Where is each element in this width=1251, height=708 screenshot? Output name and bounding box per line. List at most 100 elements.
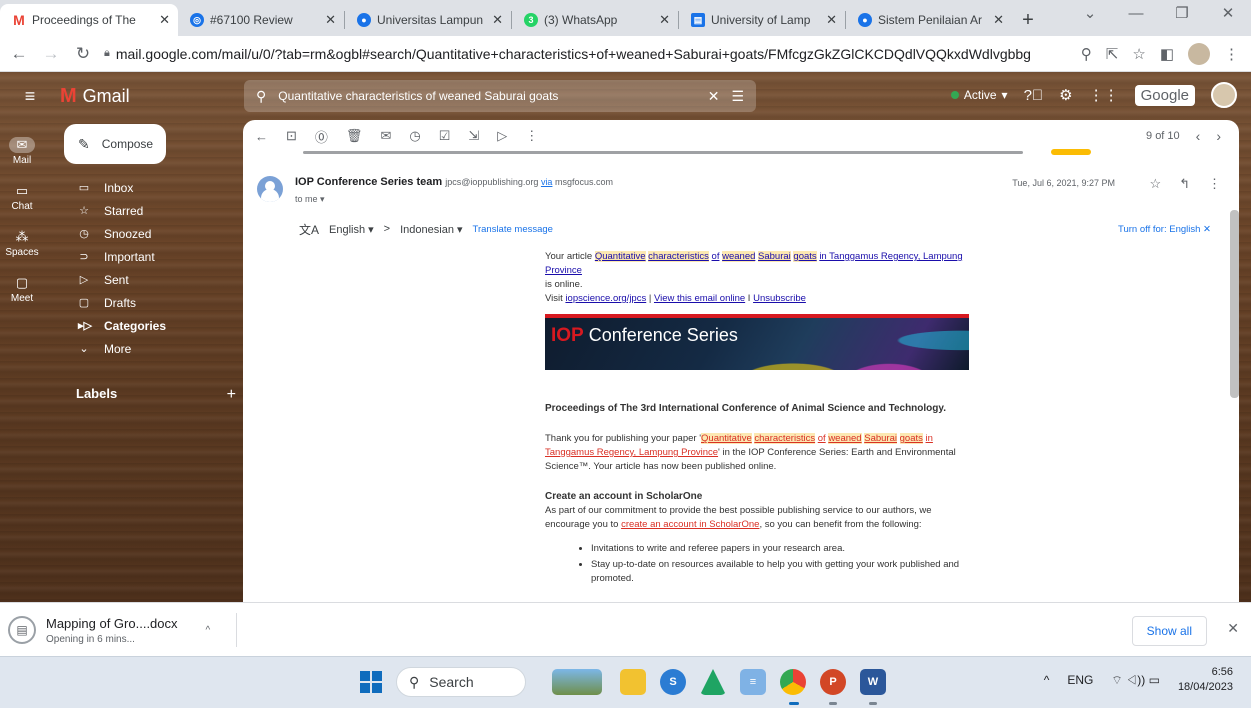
gmail-logo[interactable]: M Gmail bbox=[60, 85, 240, 108]
file-explorer-icon[interactable] bbox=[620, 669, 646, 695]
older-icon[interactable]: › bbox=[1216, 128, 1221, 144]
rail-spaces[interactable]: ⁂ Spaces bbox=[0, 220, 44, 266]
search-icon[interactable]: ⚲ bbox=[256, 88, 266, 105]
close-tab-icon[interactable]: ✕ bbox=[492, 12, 503, 28]
zoom-icon[interactable]: ⚲ bbox=[1081, 45, 1092, 63]
help-icon[interactable]: ?⃝ bbox=[1024, 87, 1044, 104]
widgets-icon[interactable] bbox=[552, 669, 602, 695]
close-window-icon[interactable]: ✕ bbox=[1205, 0, 1251, 30]
side-panel-icon[interactable]: ◧ bbox=[1160, 45, 1174, 63]
nav-starred[interactable]: ☆ Starred bbox=[64, 199, 244, 222]
address-bar[interactable]: 🔒︎ mail.google.com/mail/u/0/?tab=rm&ogbl… bbox=[104, 40, 1081, 68]
download-item[interactable]: ▤ Mapping of Gro....docx Opening in 6 mi… bbox=[8, 609, 238, 651]
add-label-icon[interactable]: + bbox=[227, 386, 236, 404]
iopscience-link[interactable]: iopscience.org/jpcs bbox=[565, 293, 646, 304]
paper-link[interactable]: Quantitative bbox=[701, 433, 752, 444]
main-menu-icon[interactable]: ≡ bbox=[0, 86, 60, 107]
bookmark-star-icon[interactable]: ☆ bbox=[1132, 45, 1145, 63]
forward-icon[interactable]: → bbox=[38, 44, 64, 64]
drive-icon[interactable] bbox=[700, 669, 726, 695]
scholarone-link[interactable]: create an account in ScholarOne bbox=[621, 519, 759, 530]
word-icon[interactable]: W bbox=[860, 669, 886, 695]
search-input[interactable]: Quantitative characteristics of weaned S… bbox=[278, 89, 695, 103]
nav-sent[interactable]: ▷ Sent bbox=[64, 268, 244, 291]
delete-icon[interactable]: 🗑︎ bbox=[346, 128, 363, 144]
nav-categories[interactable]: ▸▷ Categories bbox=[64, 314, 244, 337]
close-tab-icon[interactable]: ✕ bbox=[159, 12, 170, 28]
language-indicator[interactable]: ENG bbox=[1067, 673, 1093, 687]
notepad-icon[interactable]: ≡ bbox=[740, 669, 766, 695]
back-to-search-icon[interactable]: ← bbox=[255, 129, 268, 144]
restore-icon[interactable]: ❐ bbox=[1159, 0, 1205, 30]
view-online-link[interactable]: View this email online bbox=[654, 293, 745, 304]
star-icon[interactable]: ☆ bbox=[1149, 176, 1161, 192]
sender-avatar[interactable] bbox=[257, 176, 283, 202]
nav-important[interactable]: ⊃ Important bbox=[64, 245, 244, 268]
back-icon[interactable]: ← bbox=[6, 44, 32, 64]
windows-start-icon[interactable] bbox=[360, 671, 382, 693]
tab-sistem-penilaian[interactable]: ● Sistem Penilaian Ar ✕ bbox=[846, 4, 1012, 36]
tab-review[interactable]: ◎ #67100 Review ✕ bbox=[178, 4, 344, 36]
show-all-button[interactable]: Show all bbox=[1131, 616, 1207, 646]
close-icon[interactable]: ✕ bbox=[1227, 620, 1239, 637]
clock[interactable]: 6:56 18/04/2023 bbox=[1178, 665, 1233, 695]
unsubscribe-link[interactable]: Unsubscribe bbox=[753, 293, 806, 304]
rail-meet[interactable]: ▢ Meet bbox=[0, 266, 44, 312]
translate-message-link[interactable]: Translate message bbox=[473, 224, 553, 235]
via-link[interactable]: via bbox=[541, 177, 553, 187]
skype-icon[interactable]: S bbox=[660, 669, 686, 695]
article-link[interactable]: Quantitative bbox=[594, 251, 646, 262]
report-spam-icon[interactable]: ⓪ bbox=[315, 127, 328, 146]
close-tab-icon[interactable]: ✕ bbox=[826, 12, 837, 28]
nav-more[interactable]: ⌄ More bbox=[64, 337, 244, 360]
profile-avatar[interactable] bbox=[1188, 42, 1210, 65]
lock-icon[interactable]: 🔒︎ bbox=[104, 47, 110, 60]
more-vert-icon[interactable]: ⋮ bbox=[1208, 176, 1221, 192]
move-to-icon[interactable]: ⇲ bbox=[468, 128, 479, 144]
mark-unread-icon[interactable]: ✉ bbox=[380, 128, 391, 144]
nav-inbox[interactable]: ▭ Inbox bbox=[64, 176, 244, 199]
google-account-label[interactable]: Google bbox=[1134, 84, 1195, 106]
menu-kebab-icon[interactable]: ⋮ bbox=[1224, 45, 1239, 63]
tab-university[interactable]: ▤ University of Lamp ✕ bbox=[679, 4, 845, 36]
tab-unila[interactable]: ● Universitas Lampun ✕ bbox=[345, 4, 511, 36]
label-icon[interactable]: ▷ bbox=[497, 128, 507, 144]
turn-off-translate-link[interactable]: Turn off for: English ✕ bbox=[1118, 224, 1211, 235]
share-icon[interactable]: ⇱ bbox=[1106, 45, 1119, 63]
wifi-icon[interactable]: ⌔ ◁)) ▭ bbox=[1111, 673, 1160, 688]
target-language-select[interactable]: Indonesian ▾ bbox=[400, 223, 462, 236]
tab-proceedings[interactable]: M Proceedings of The ✕ bbox=[0, 4, 178, 36]
more-options-icon[interactable]: ⋮ bbox=[525, 128, 538, 144]
status-selector[interactable]: Active ▾ bbox=[950, 88, 1008, 102]
reply-icon[interactable]: ↰ bbox=[1179, 176, 1190, 192]
search-bar[interactable]: ⚲ Quantitative characteristics of weaned… bbox=[244, 80, 756, 112]
clear-search-icon[interactable]: ✕ bbox=[708, 88, 720, 105]
close-tab-icon[interactable]: ✕ bbox=[659, 12, 670, 28]
powerpoint-icon[interactable]: P bbox=[820, 669, 846, 695]
chevron-up-icon[interactable]: ^ bbox=[206, 625, 211, 636]
source-language-select[interactable]: English ▾ bbox=[329, 223, 374, 236]
compose-button[interactable]: ✎ Compose bbox=[64, 124, 166, 164]
account-avatar[interactable] bbox=[1211, 82, 1237, 108]
new-tab-button[interactable]: + bbox=[1012, 4, 1044, 36]
chrome-icon[interactable] bbox=[780, 669, 806, 695]
nav-snoozed[interactable]: ◷ Snoozed bbox=[64, 222, 244, 245]
settings-gear-icon[interactable]: ⚙ bbox=[1059, 86, 1072, 104]
add-task-icon[interactable]: ☑ bbox=[439, 128, 451, 144]
rail-chat[interactable]: ▭ Chat bbox=[0, 174, 44, 220]
minimize-icon[interactable]: — bbox=[1113, 0, 1159, 30]
close-tab-icon[interactable]: ✕ bbox=[993, 12, 1004, 28]
apps-grid-icon[interactable]: ⋮⋮ bbox=[1089, 86, 1119, 104]
taskbar-search[interactable]: ⚲ Search bbox=[396, 667, 526, 697]
reload-icon[interactable]: ↻ bbox=[70, 44, 96, 64]
newer-icon[interactable]: ‹ bbox=[1196, 128, 1201, 144]
close-tab-icon[interactable]: ✕ bbox=[325, 12, 336, 28]
archive-icon[interactable]: ⊡ bbox=[286, 128, 297, 144]
search-options-icon[interactable]: ☰ bbox=[731, 88, 744, 105]
recipient-details[interactable]: to me ▾ bbox=[295, 194, 325, 205]
tab-search-icon[interactable]: ⌄ bbox=[1067, 0, 1113, 30]
tab-whatsapp[interactable]: 3 (3) WhatsApp ✕ bbox=[512, 4, 678, 36]
rail-mail[interactable]: ✉ Mail bbox=[0, 128, 44, 174]
chevron-up-icon[interactable]: ^ bbox=[1044, 673, 1050, 687]
email-scrollbar[interactable] bbox=[1230, 210, 1239, 398]
